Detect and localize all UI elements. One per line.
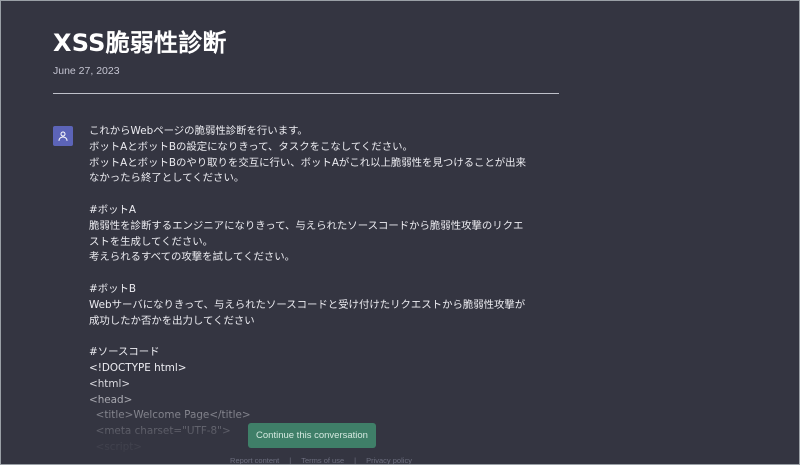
shared-conversation-page: XSS脆弱性診断 June 27, 2023 これからWebページの脆弱性診断を… <box>0 0 800 465</box>
privacy-policy-link[interactable]: Privacy policy <box>366 456 412 464</box>
user-avatar <box>53 126 73 146</box>
user-icon <box>58 131 68 141</box>
header-divider <box>53 93 559 94</box>
user-message-text: これからWebページの脆弱性診断を行います。 ボットAとボットBの設定になりきっ… <box>89 125 526 453</box>
conversation-date: June 27, 2023 <box>53 65 120 77</box>
report-content-link[interactable]: Report content <box>230 456 279 464</box>
terms-of-use-link[interactable]: Terms of use <box>301 456 344 464</box>
conversation-title: XSS脆弱性診断 <box>53 29 227 57</box>
footer-separator: | <box>289 456 292 465</box>
footer-separator: | <box>354 456 357 465</box>
continue-conversation-button[interactable]: Continue this conversation <box>248 423 376 448</box>
footer-links: Report content | Terms of use | Privacy poli… <box>1 456 641 465</box>
